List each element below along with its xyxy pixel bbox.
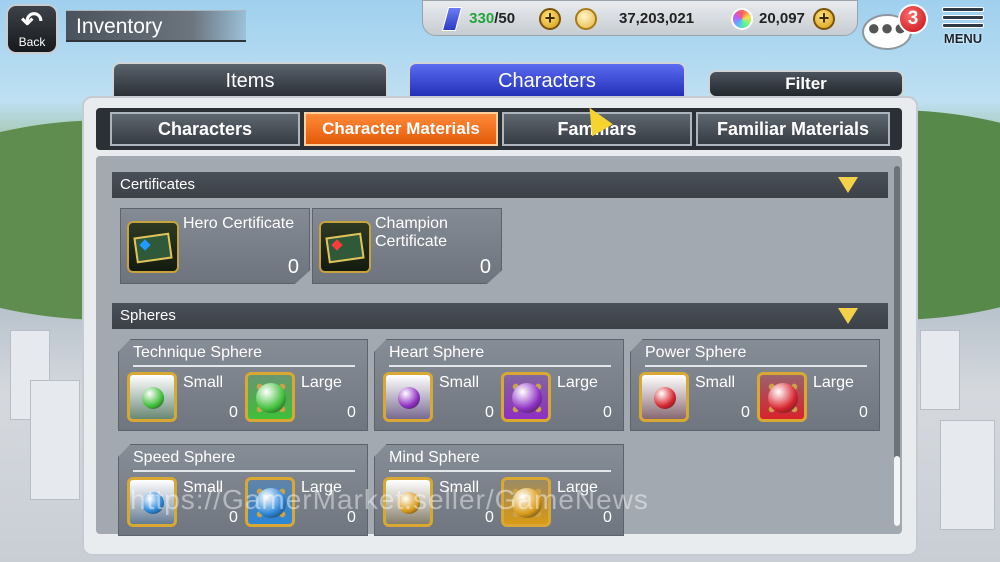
large-count: 0 bbox=[603, 404, 612, 421]
section-header-certificates[interactable]: Certificates bbox=[112, 172, 888, 198]
small-sphere-icon[interactable] bbox=[383, 372, 433, 422]
small-count: 0 bbox=[741, 404, 750, 421]
section-title: Certificates bbox=[120, 176, 196, 193]
hero-certificate-icon bbox=[127, 221, 179, 273]
large-label: Large bbox=[557, 374, 598, 391]
coin-icon bbox=[575, 8, 597, 30]
subtab-characters[interactable]: Characters bbox=[110, 112, 300, 146]
sphere-card[interactable]: Power Sphere Small 0 Large 0 bbox=[630, 339, 880, 431]
large-label: Large bbox=[301, 374, 342, 391]
back-arrow-icon: ↶ bbox=[21, 6, 43, 36]
small-label: Small bbox=[695, 374, 736, 391]
small-sphere-icon[interactable] bbox=[127, 372, 177, 422]
subtab-character-materials[interactable]: Character Materials bbox=[304, 112, 498, 146]
large-sphere-icon[interactable] bbox=[501, 372, 551, 422]
filter-button[interactable]: Filter bbox=[708, 70, 904, 98]
divider bbox=[133, 470, 355, 472]
sphere-name: Mind Sphere bbox=[389, 449, 480, 466]
collapse-triangle-icon[interactable] bbox=[838, 308, 858, 324]
divider bbox=[133, 365, 355, 367]
small-label: Small bbox=[439, 374, 480, 391]
divider bbox=[389, 365, 611, 367]
sphere-name: Power Sphere bbox=[645, 344, 747, 361]
section-title: Spheres bbox=[120, 307, 176, 324]
sphere-name: Heart Sphere bbox=[389, 344, 485, 361]
certificate-name: Hero Certificate bbox=[183, 215, 295, 232]
stamina-display: 330/50 bbox=[441, 7, 516, 32]
stamina-icon bbox=[441, 7, 463, 32]
small-label: Small bbox=[183, 374, 224, 391]
back-label: Back bbox=[18, 35, 46, 49]
sphere-name: Technique Sphere bbox=[133, 344, 262, 361]
collapse-triangle-icon[interactable] bbox=[838, 177, 858, 193]
certificate-count: 0 bbox=[287, 256, 299, 278]
stamina-max: /50 bbox=[494, 10, 516, 27]
large-sphere-icon[interactable] bbox=[757, 372, 807, 422]
divider bbox=[389, 470, 611, 472]
page-title: Inventory bbox=[66, 10, 246, 42]
add-stamina-button[interactable]: + bbox=[539, 8, 561, 30]
section-header-spheres[interactable]: Spheres bbox=[112, 303, 888, 329]
sphere-card[interactable]: Technique Sphere Small 0 Large 0 bbox=[118, 339, 368, 431]
divider bbox=[645, 365, 867, 367]
add-gems-button[interactable]: + bbox=[813, 8, 835, 30]
stamina-value: 330 bbox=[469, 10, 495, 27]
large-count: 0 bbox=[347, 404, 356, 421]
champion-certificate-icon bbox=[319, 221, 371, 273]
certificate-count: 0 bbox=[479, 256, 491, 278]
menu-label: MENU bbox=[943, 31, 983, 46]
notification-badge: 3 bbox=[898, 4, 928, 34]
small-count: 0 bbox=[485, 404, 494, 421]
gem-value: 20,097 bbox=[759, 10, 805, 27]
certificate-card[interactable]: Hero Certificate 0 bbox=[120, 208, 310, 284]
small-count: 0 bbox=[229, 404, 238, 421]
small-sphere-icon[interactable] bbox=[639, 372, 689, 422]
sphere-card[interactable]: Heart Sphere Small 0 Large 0 bbox=[374, 339, 624, 431]
large-count: 0 bbox=[859, 404, 868, 421]
scrollbar-thumb[interactable] bbox=[894, 456, 900, 526]
certificate-card[interactable]: Champion Certificate 0 bbox=[312, 208, 502, 284]
large-sphere-icon[interactable] bbox=[245, 372, 295, 422]
subtab-bar: Characters Character Materials Familiars… bbox=[96, 108, 902, 150]
tab-items[interactable]: Items bbox=[112, 62, 388, 96]
menu-button[interactable]: MENU bbox=[936, 4, 990, 54]
back-button[interactable]: ↶ Back bbox=[6, 4, 58, 54]
certificate-name: Champion Certificate bbox=[375, 215, 448, 250]
watermark-text: https://GamerMarket.seller/GameNews bbox=[130, 484, 649, 515]
tab-characters[interactable]: Characters bbox=[408, 62, 686, 96]
hamburger-icon bbox=[936, 7, 990, 28]
chat-button[interactable]: ●●● 3 bbox=[862, 4, 928, 52]
gem-icon bbox=[731, 8, 753, 30]
resource-bar: 330/50 + 37,203,021 20,097 + bbox=[422, 0, 858, 36]
large-label: Large bbox=[813, 374, 854, 391]
coin-value: 37,203,021 bbox=[619, 10, 695, 27]
subtab-familiar-materials[interactable]: Familiar Materials bbox=[696, 112, 890, 146]
sphere-name: Speed Sphere bbox=[133, 449, 236, 466]
